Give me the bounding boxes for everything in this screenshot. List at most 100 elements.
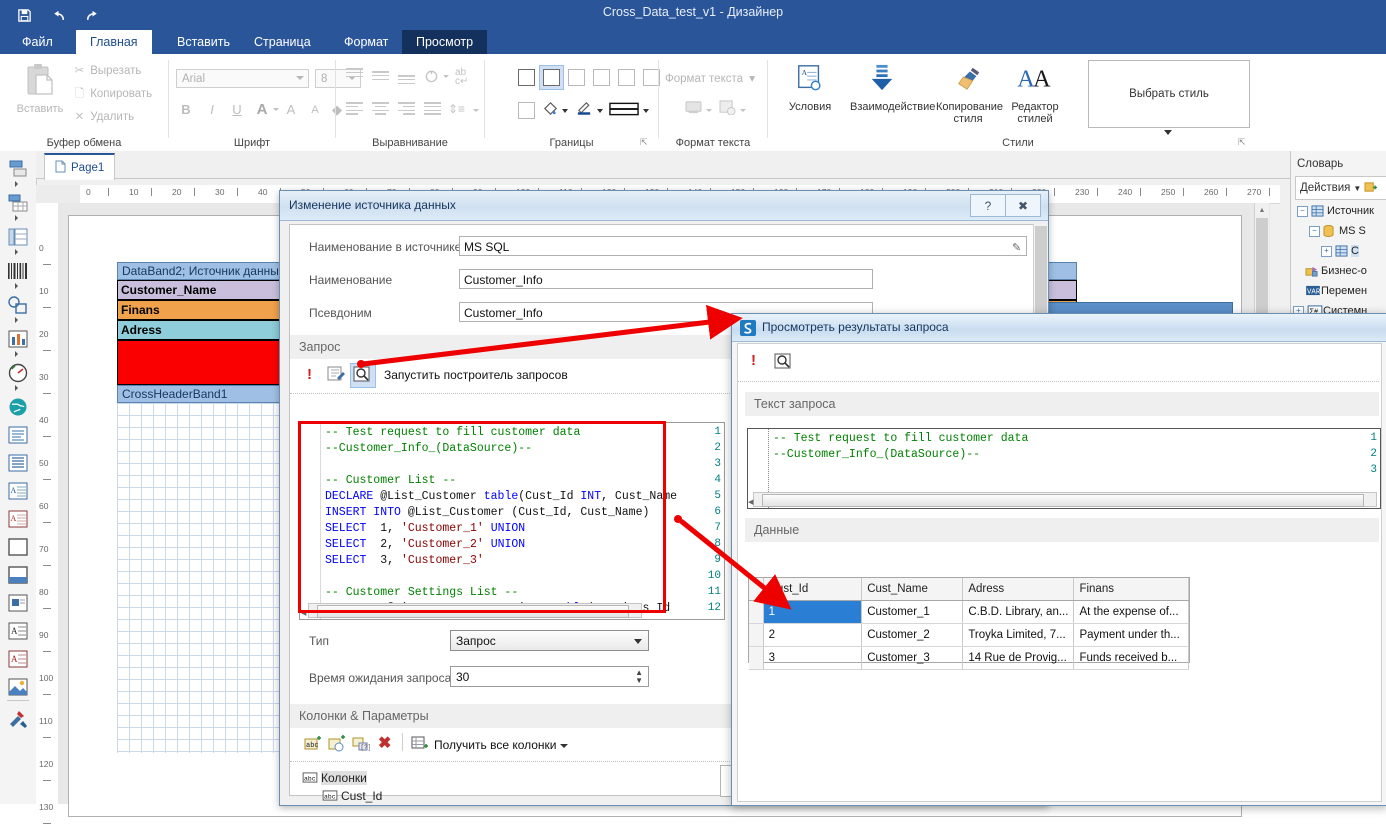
align-top-button[interactable] (346, 68, 363, 82)
column-header-cust-name[interactable]: Cust_Name (861, 578, 964, 601)
align-middle-button[interactable] (372, 71, 389, 85)
tree-node-variables[interactable]: VAR Перемен (1305, 285, 1367, 297)
sql-horizontal-scrollbar[interactable] (308, 603, 642, 618)
underline-button[interactable]: U (227, 100, 247, 120)
cell-adress[interactable]: Troyka Limited, 7... (962, 623, 1075, 647)
tab-page[interactable]: Страница (240, 30, 325, 54)
cell-cust-id[interactable]: 3 (763, 646, 863, 670)
cross-band-tool-icon[interactable] (6, 191, 30, 215)
shape-tool-expander[interactable] (15, 315, 23, 323)
cross-table-tool-icon[interactable] (6, 225, 30, 249)
chevron-down-icon[interactable] (643, 109, 649, 113)
system-text-tool-icon[interactable]: A (6, 479, 30, 503)
align-right-button[interactable] (398, 102, 415, 116)
border-top-button[interactable] (568, 69, 585, 86)
expand-icon[interactable]: + (1321, 245, 1332, 257)
dictionary-actions-button[interactable]: Действия ▼ (1295, 176, 1386, 200)
align-bottom-button[interactable] (398, 75, 415, 89)
input-name[interactable]: Customer_Info (459, 269, 873, 289)
cross-band-tool-expander[interactable] (15, 213, 23, 221)
tab-page1[interactable]: Page1 (44, 153, 116, 180)
results-sql-horizontal-scrollbar[interactable] (753, 492, 1377, 507)
font-family-combo[interactable]: Arial (176, 69, 309, 88)
chevron-down-icon[interactable] (273, 108, 279, 111)
add-parameter-icon[interactable]: [?] (352, 735, 371, 753)
gauge-tool-expander[interactable] (15, 383, 23, 391)
border-bottom-button[interactable] (593, 69, 610, 86)
sql-editor[interactable]: 1 2 3 4 5 6 7 8 9 10 11 12 -- Test reque… (299, 422, 725, 620)
band-tool-icon[interactable] (6, 157, 30, 181)
dictionary-new-item-icon[interactable] (1364, 181, 1378, 196)
scroll-up-icon[interactable]: ▲ (1255, 203, 1269, 217)
get-all-columns-icon[interactable] (411, 735, 429, 753)
map-tool-icon[interactable] (6, 395, 30, 419)
tree-node-mssql[interactable]: − MS S (1309, 225, 1366, 237)
paste-button[interactable]: Вставить (12, 59, 68, 115)
gauge-tool-icon[interactable] (6, 361, 30, 385)
close-icon[interactable]: ✖ (1005, 194, 1041, 217)
copy-button[interactable]: 🗋 Копировать (72, 86, 152, 105)
table-row[interactable]: 1 Customer_1 C.B.D. Library, an... At th… (749, 600, 1189, 624)
dialog-query-results[interactable]: Просмотреть результаты запроса ! Текст з… (731, 313, 1386, 806)
align-center-button[interactable] (372, 102, 389, 116)
shrink-font-button[interactable]: A (305, 100, 325, 120)
results-data-grid[interactable]: Cust_Id Cust_Name Adress Finans 1 Custom… (748, 577, 1190, 670)
table-row[interactable]: 3 Customer_3 14 Rue de Provig... Funds r… (749, 646, 1189, 670)
border-none-button[interactable] (518, 102, 535, 119)
container-tool-icon[interactable] (6, 563, 30, 587)
shape-tool-icon[interactable] (6, 293, 30, 317)
bold-button[interactable]: B (176, 100, 196, 120)
tree-node-columns[interactable]: abc Колонки (302, 771, 367, 785)
text-format-datetime-button[interactable] (719, 100, 736, 118)
cell-finans[interactable]: Payment under th... (1073, 623, 1189, 647)
column-header-finans[interactable]: Finans (1073, 578, 1189, 601)
cell-adress[interactable]: C.B.D. Library, an... (962, 600, 1075, 624)
cell-finans[interactable]: Funds received b... (1073, 646, 1189, 670)
text-rotation-button[interactable] (424, 68, 439, 86)
tree-node-business-objects[interactable]: Бизнес-о (1305, 265, 1367, 277)
edit-pencil-icon[interactable]: ✎ (1012, 241, 1021, 254)
chevron-down-icon[interactable] (597, 109, 603, 113)
conditions-button[interactable]: A Условия (778, 58, 842, 113)
word-wrap-button[interactable]: ab c↵ (455, 68, 468, 87)
tab-file[interactable]: Файл (8, 30, 67, 54)
chevron-down-icon[interactable] (706, 109, 712, 112)
tree-node-customer-info[interactable]: + C (1321, 245, 1359, 257)
collapse-icon[interactable]: − (1309, 225, 1320, 237)
text-tool-icon[interactable] (6, 451, 30, 475)
styles-dialog-launcher[interactable]: ⇱ (1238, 137, 1246, 148)
interaction-button[interactable]: Взаимодействие (850, 58, 935, 113)
border-style-button[interactable] (609, 100, 639, 121)
get-all-columns-label[interactable]: Получить все колонки (434, 738, 557, 752)
border-left-button[interactable] (618, 69, 635, 86)
barcode-tool-icon[interactable] (6, 259, 30, 283)
column-header-cust-id[interactable]: Cust_Id (763, 578, 863, 601)
format-painter-button[interactable]: Копирование стиля (936, 58, 1003, 125)
add-column-icon[interactable]: abc (304, 735, 322, 753)
rtf-tool-icon[interactable]: A (6, 507, 30, 531)
spinner-up-down-icon[interactable]: ▲ ▼ (635, 669, 643, 685)
tree-node-datasources[interactable]: − Источник (1297, 205, 1374, 217)
cut-button[interactable]: ✂ Вырезать (72, 63, 142, 77)
text-format-dropdown[interactable]: Формат текста ▾ (665, 71, 755, 85)
align-left-button[interactable] (346, 102, 363, 116)
chevron-down-icon[interactable] (1164, 130, 1172, 135)
line-spacing-button[interactable]: ⇕≡ (448, 102, 465, 116)
cell-cust-id[interactable]: 2 (763, 623, 863, 647)
select-style-box[interactable]: Выбрать стиль (1088, 60, 1250, 128)
tools-settings-icon[interactable] (6, 707, 30, 731)
italic-button[interactable]: I (202, 100, 222, 120)
run-query-icon[interactable]: ! (307, 366, 312, 383)
border-box-button[interactable] (543, 69, 560, 86)
collapse-icon[interactable]: − (1297, 205, 1308, 217)
cell-cust-name[interactable]: Customer_3 (861, 646, 964, 670)
font-color-button[interactable]: A (252, 100, 272, 120)
barcode-tool-expander[interactable] (15, 281, 23, 289)
rich-text-tool-icon[interactable] (6, 423, 30, 447)
border-all-button[interactable] (518, 69, 535, 86)
delete-button[interactable]: ✕ Удалить (72, 109, 134, 123)
checkbox-text-tool-icon[interactable]: A (6, 619, 30, 643)
row-selector[interactable] (749, 600, 764, 624)
grow-font-button[interactable]: A (281, 100, 301, 120)
table-row[interactable]: 2 Customer_2 Troyka Limited, 7... Paymen… (749, 623, 1189, 647)
